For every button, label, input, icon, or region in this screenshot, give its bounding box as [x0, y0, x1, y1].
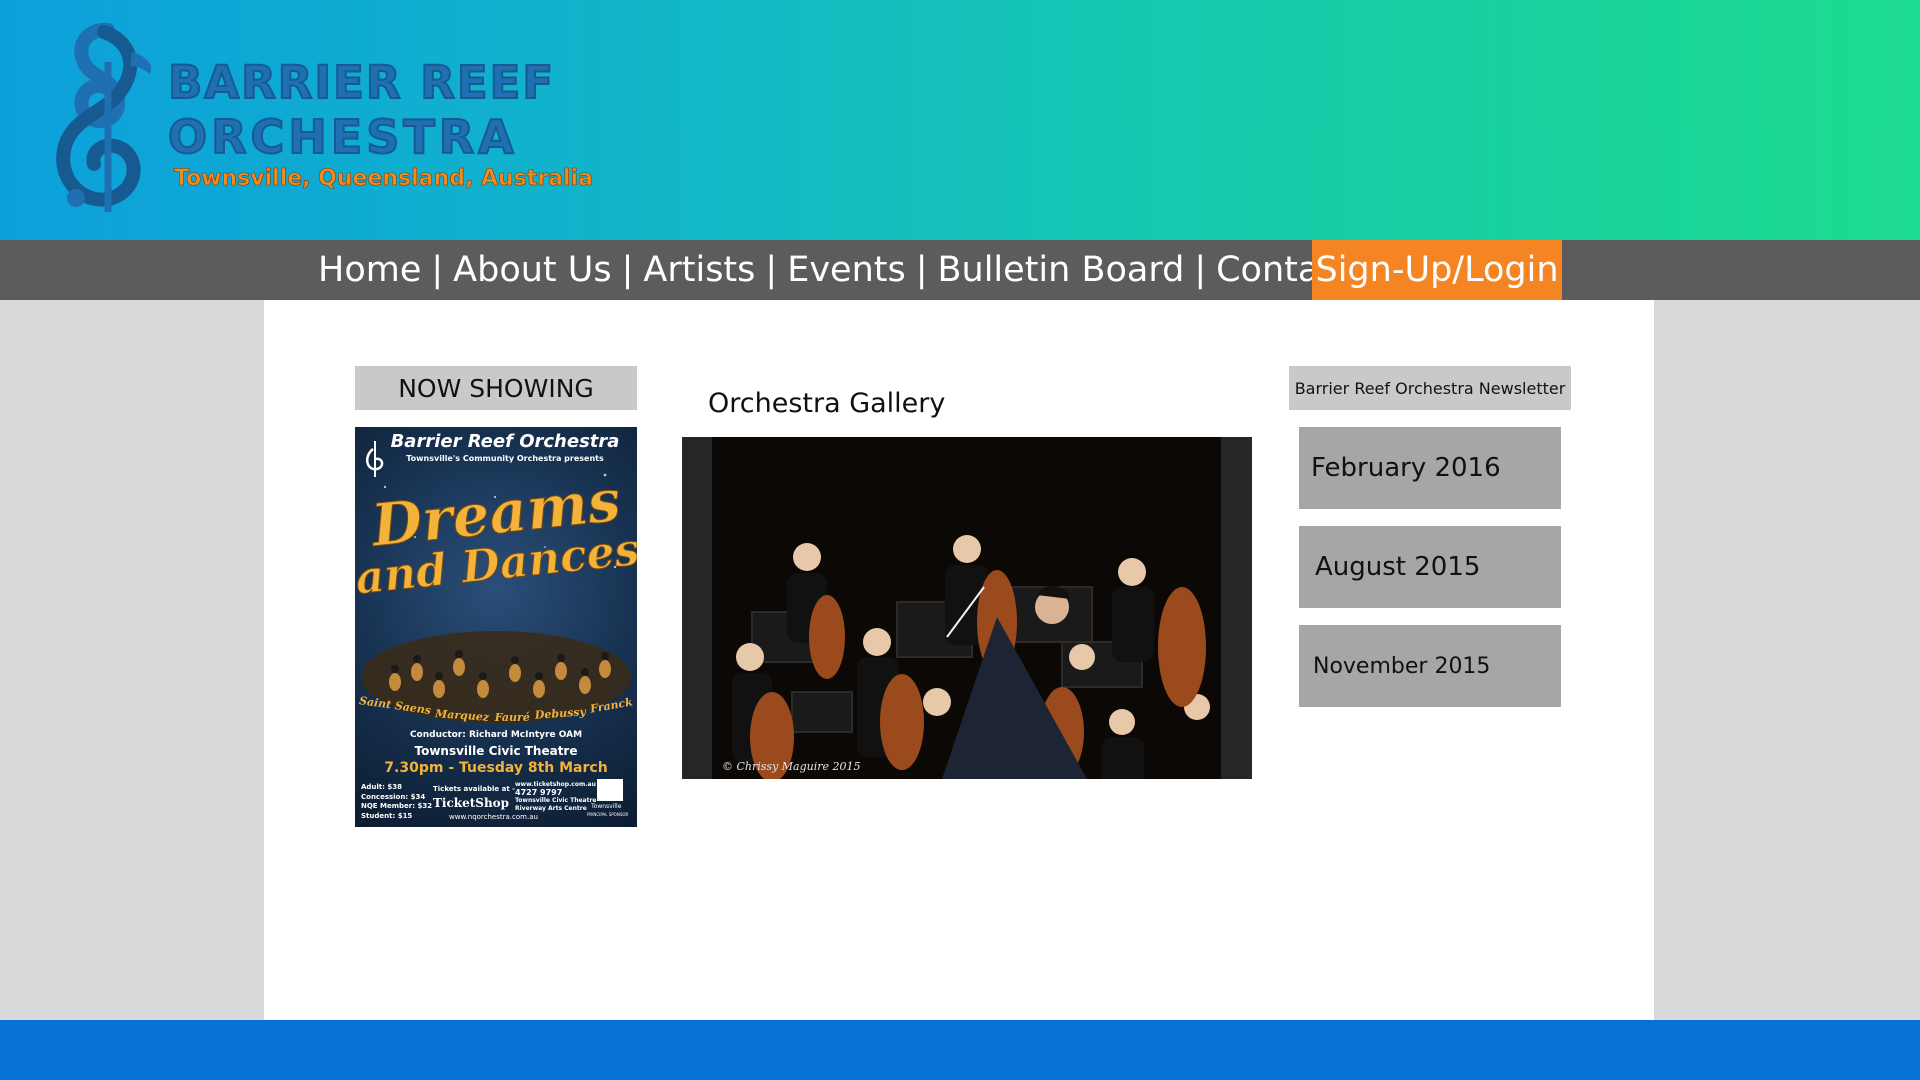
gallery-title: Orchestra Gallery	[708, 388, 946, 419]
poster-composer: Saint Saens	[357, 694, 432, 718]
treble-clef-seahorse-icon[interactable]	[46, 22, 156, 212]
poster-ticket-line: Townsville Civic Theatre	[515, 797, 597, 804]
poster-venue: Townsville Civic Theatre	[414, 744, 578, 758]
poster-price: Adult: $38	[361, 783, 403, 791]
orchestra-photo-artwork	[712, 437, 1221, 779]
nav-about-us[interactable]: About Us	[453, 250, 611, 290]
poster-website: www.nqorchestra.com.au	[449, 813, 538, 821]
poster-prices: Adult: $38 Concession: $34 NQE Member: $…	[361, 783, 432, 821]
gallery-photo[interactable]: © Chrissy Maguire 2015	[712, 437, 1221, 779]
newsletter-issue-button[interactable]: November 2015	[1299, 625, 1561, 707]
newsletter-issue-button[interactable]: August 2015	[1299, 526, 1561, 608]
site-header: BARRIER REEF ORCHESTRA Townsville, Queen…	[0, 0, 1920, 240]
nav-events[interactable]: Events	[787, 250, 906, 290]
brand-tagline: Townsville, Queensland, Australia	[174, 166, 593, 192]
poster-price: NQE Member: $32	[361, 802, 433, 810]
newsletter-issue-button[interactable]: February 2016	[1299, 427, 1561, 509]
poster-composer: Debussy	[534, 705, 587, 722]
poster-price: Concession: $34	[361, 792, 426, 801]
main-nav: Home | About Us | Artists | Events | Bul…	[0, 240, 1920, 300]
nav-separator: |	[1194, 250, 1207, 290]
nav-home[interactable]: Home	[318, 250, 421, 290]
poster-subtitle: Townsville's Community Orchestra present…	[406, 454, 604, 463]
nav-separator: |	[621, 250, 634, 290]
poster-tickets-label: Tickets available at -	[433, 785, 516, 793]
brand-name-line2: ORCHESTRA	[167, 109, 518, 165]
nav-bulletin-board[interactable]: Bulletin Board	[938, 250, 1185, 290]
photo-credit: © Chrissy Maguire 2015	[722, 760, 861, 773]
poster-sponsor: Townsville	[591, 803, 622, 810]
poster-composers: Saint Saens Marquez Fauré Debussy Franck	[355, 694, 637, 724]
poster-composer: Fauré	[494, 711, 530, 724]
nav-items: Home | About Us | Artists | Events | Bul…	[318, 240, 1439, 300]
now-showing-heading: NOW SHOWING	[355, 366, 637, 410]
poster-datetime: 7.30pm - Tuesday 8th March	[384, 760, 608, 776]
poster-composer: Marquez	[435, 707, 490, 724]
nav-separator: |	[915, 250, 928, 290]
signup-login-button[interactable]: Sign-Up/Login	[1312, 240, 1562, 300]
poster-ticket-line: 4727 9797	[515, 788, 563, 797]
site-footer	[0, 1020, 1920, 1080]
poster-ticketshop-logo: TicketShop	[433, 796, 510, 810]
poster-composer: Franck	[589, 695, 635, 716]
nav-separator: |	[765, 250, 778, 290]
nav-artists[interactable]: Artists	[643, 250, 755, 290]
poster-price: Student: $15	[361, 811, 413, 820]
nav-separator: |	[431, 250, 444, 290]
poster-ticket-line: Riverway Arts Centre	[515, 805, 587, 812]
poster-org: Barrier Reef Orchestra	[390, 431, 620, 452]
poster-sponsor-note: PRINCIPAL SPONSOR	[587, 812, 629, 817]
poster-ticket-lines: www.ticketshop.com.au 4727 9797 Townsvil…	[515, 781, 597, 813]
poster-conductor: Conductor: Richard McIntyre OAM	[409, 730, 583, 740]
newsletter-heading: Barrier Reef Orchestra Newsletter	[1289, 366, 1571, 410]
brand-name-line1: BARRIER REEF	[167, 55, 556, 110]
event-poster[interactable]: Barrier Reef Orchestra Townsville's Comm…	[355, 427, 637, 827]
